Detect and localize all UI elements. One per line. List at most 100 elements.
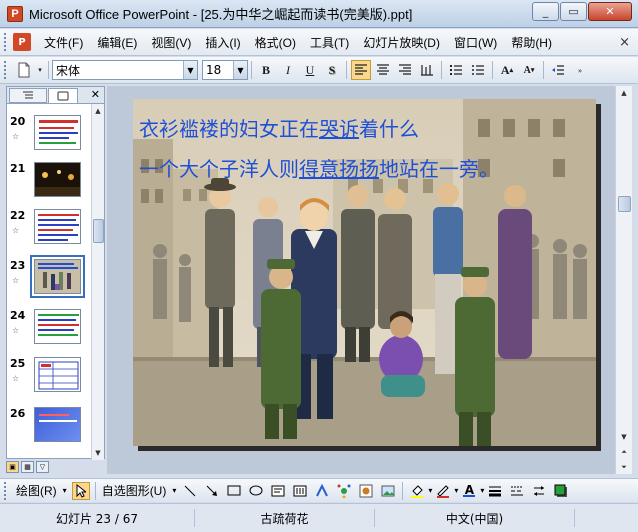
- numbered-list-icon[interactable]: [446, 60, 466, 80]
- slide-editor[interactable]: 衣衫褴褛的妇女正在哭诉着什么 一个大个子洋人则得意扬扬地站在一旁。: [107, 86, 615, 474]
- dash-style-icon[interactable]: [508, 482, 526, 500]
- bold-button[interactable]: B: [256, 60, 276, 80]
- previous-slide-icon[interactable]: ⏶: [616, 445, 632, 459]
- decrease-font-icon[interactable]: A ▾: [519, 60, 539, 80]
- oval-tool-icon[interactable]: [247, 482, 265, 500]
- toolbar-options-icon[interactable]: »: [570, 60, 590, 80]
- slide-thumbnail-22[interactable]: 22 ☆: [7, 209, 93, 249]
- restore-button[interactable]: ▭: [560, 2, 587, 21]
- editor-scrollbar[interactable]: ▲ ▼ ⏶ ⏷: [615, 86, 632, 474]
- font-color-icon[interactable]: A: [460, 482, 478, 500]
- select-pointer-icon[interactable]: [71, 481, 90, 500]
- close-icon[interactable]: ✕: [91, 88, 100, 101]
- line-tool-icon[interactable]: [181, 482, 199, 500]
- scroll-thumb[interactable]: [93, 219, 104, 243]
- chevron-down-icon[interactable]: ▾: [428, 486, 432, 495]
- slide-thumbnail-20[interactable]: 20 ☆: [7, 115, 93, 155]
- scroll-down-icon[interactable]: ▼: [92, 446, 104, 460]
- slide-thumbnail-21[interactable]: 21: [7, 162, 93, 202]
- separator: [543, 61, 544, 79]
- align-center-icon[interactable]: [373, 60, 393, 80]
- chevron-down-icon[interactable]: ▾: [169, 486, 179, 495]
- line-style-icon[interactable]: [486, 482, 504, 500]
- wordart-icon[interactable]: [313, 482, 331, 500]
- underline-button[interactable]: U: [300, 60, 320, 80]
- font-size-select[interactable]: 18 ▼: [202, 60, 248, 80]
- menu-edit[interactable]: 编辑(E): [90, 34, 144, 51]
- distributed-align-icon[interactable]: [417, 60, 437, 80]
- menu-format[interactable]: 格式(O): [248, 34, 303, 51]
- grip-handle[interactable]: [4, 61, 9, 79]
- next-slide-icon[interactable]: ⏷: [616, 460, 632, 474]
- slide-thumbnail-23[interactable]: 23 ☆: [7, 255, 93, 299]
- document-icon[interactable]: P: [13, 33, 31, 51]
- arrow-style-icon[interactable]: [530, 482, 548, 500]
- chevron-down-icon[interactable]: ▾: [480, 486, 484, 495]
- separator: [346, 61, 347, 79]
- current-slide[interactable]: 衣衫褴褛的妇女正在哭诉着什么 一个大个子洋人则得意扬扬地站在一旁。: [133, 99, 596, 446]
- draw-menu-button[interactable]: 绘图(R): [13, 482, 60, 499]
- bulleted-list-icon[interactable]: [468, 60, 488, 80]
- slideshow-icon[interactable]: ▽: [36, 461, 49, 473]
- minimize-button[interactable]: _: [532, 2, 559, 21]
- increase-font-icon[interactable]: A ▴: [497, 60, 517, 80]
- clipart-icon[interactable]: [357, 482, 375, 500]
- tab-outline[interactable]: [9, 88, 47, 103]
- menu-view[interactable]: 视图(V): [144, 34, 198, 51]
- animation-star-icon: ☆: [12, 326, 20, 335]
- text-segment: 地站在一旁。: [379, 157, 499, 181]
- menu-insert[interactable]: 插入(I): [198, 34, 247, 51]
- slide-thumbnail-24[interactable]: 24 ☆: [7, 309, 93, 349]
- slide-text-line-1[interactable]: 衣衫褴褛的妇女正在哭诉着什么: [139, 113, 419, 142]
- scroll-up-icon[interactable]: ▲: [616, 86, 632, 100]
- shadow-style-icon[interactable]: [552, 482, 570, 500]
- font-size-value: 18: [206, 63, 222, 77]
- shadow-button[interactable]: S: [322, 60, 342, 80]
- vertical-textbox-icon[interactable]: [291, 482, 309, 500]
- chevron-down-icon[interactable]: ▼: [183, 61, 197, 79]
- slide-thumbnail-26[interactable]: 26: [7, 407, 93, 447]
- language-indicator: 中文(中国): [375, 509, 575, 527]
- line-color-icon[interactable]: [434, 482, 452, 500]
- picture-icon[interactable]: [379, 482, 397, 500]
- italic-button[interactable]: I: [278, 60, 298, 80]
- scroll-down-icon[interactable]: ▼: [616, 430, 632, 444]
- view-buttons: ▣ ▦ ▽: [6, 460, 105, 474]
- decrease-indent-icon[interactable]: [548, 60, 568, 80]
- menu-tools[interactable]: 工具(T): [303, 34, 356, 51]
- slide-thumbnail-25[interactable]: 25 ☆: [7, 357, 93, 397]
- chevron-down-icon[interactable]: ▾: [454, 486, 458, 495]
- grip-handle[interactable]: [4, 481, 9, 500]
- slide-number: 24: [10, 309, 26, 322]
- autoshapes-menu-button[interactable]: 自选图形(U): [99, 482, 170, 499]
- slide-text-line-2[interactable]: 一个大个子洋人则得意扬扬地站在一旁。: [139, 153, 499, 182]
- arrow-tool-icon[interactable]: [203, 482, 221, 500]
- fill-color-icon[interactable]: [408, 482, 426, 500]
- chevron-down-icon[interactable]: ▾: [60, 486, 70, 495]
- diagram-icon[interactable]: [335, 482, 353, 500]
- align-left-icon[interactable]: [351, 60, 371, 80]
- textbox-tool-icon[interactable]: [269, 482, 287, 500]
- rectangle-tool-icon[interactable]: [225, 482, 243, 500]
- normal-view-icon[interactable]: ▣: [6, 461, 19, 473]
- close-button[interactable]: ✕: [588, 2, 632, 21]
- scroll-thumb[interactable]: [618, 196, 631, 212]
- grip-handle[interactable]: [4, 33, 9, 51]
- chevron-down-icon[interactable]: ▼: [233, 61, 247, 79]
- slide-thumb-image: [34, 407, 81, 442]
- align-right-icon[interactable]: [395, 60, 415, 80]
- menu-window[interactable]: 窗口(W): [447, 34, 504, 51]
- slide-sorter-icon[interactable]: ▦: [21, 461, 34, 473]
- scroll-up-icon[interactable]: ▲: [92, 104, 104, 118]
- menu-slideshow[interactable]: 幻灯片放映(D): [356, 34, 447, 51]
- separator: [251, 61, 252, 79]
- menu-file[interactable]: 文件(F): [37, 34, 90, 51]
- dropdown-arrow-icon[interactable]: ▾: [36, 60, 44, 80]
- tab-slides[interactable]: [48, 88, 78, 103]
- separator: [94, 481, 96, 500]
- powerpoint-app-icon[interactable]: P: [7, 5, 23, 22]
- menu-help[interactable]: 帮助(H): [504, 34, 559, 51]
- font-name-select[interactable]: 宋体 ▼: [52, 60, 198, 80]
- new-document-icon[interactable]: [14, 60, 34, 80]
- document-close-button[interactable]: ×: [619, 35, 630, 50]
